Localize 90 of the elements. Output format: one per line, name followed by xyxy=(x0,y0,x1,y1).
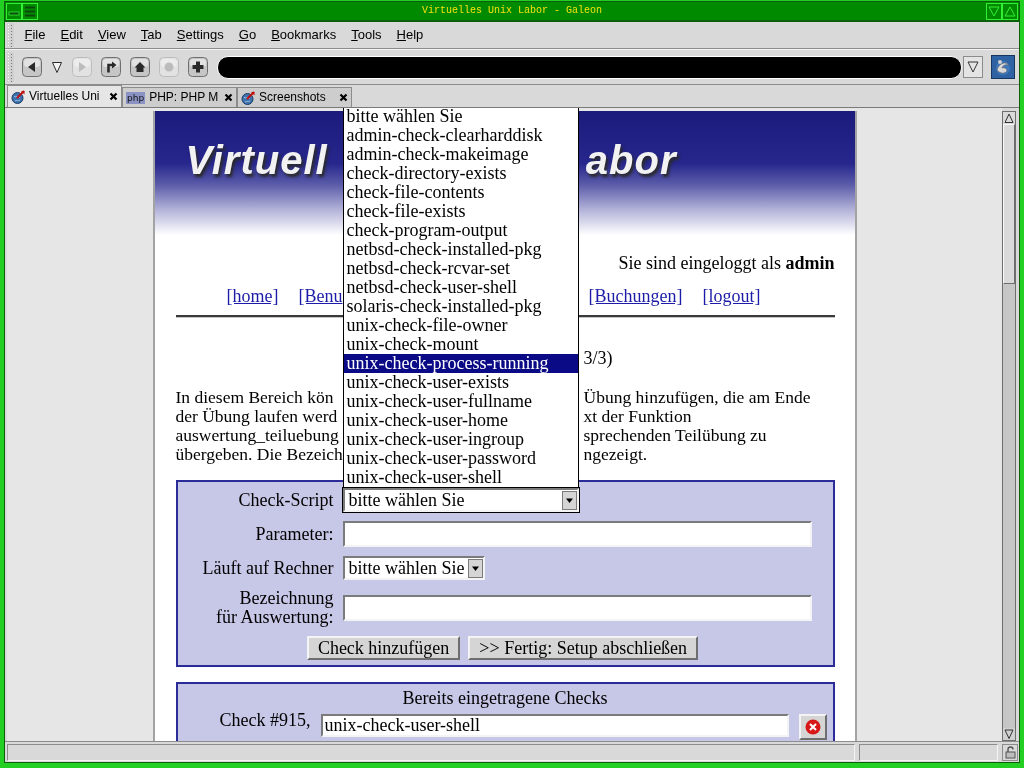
globe-icon xyxy=(241,90,255,105)
menu-item[interactable]: Help xyxy=(389,27,431,43)
text-field[interactable] xyxy=(342,521,812,547)
paragraph-text: auswertung_teiluebung xyxy=(175,426,339,445)
down-arrow-icon[interactable] xyxy=(1003,728,1015,740)
logo-text: Virtuell xyxy=(185,137,328,183)
dropdown-option[interactable]: unix-check-process-running xyxy=(343,354,578,373)
field-label: Bezeichnung für Auswertung: xyxy=(216,589,334,627)
close-icon[interactable] xyxy=(109,92,118,101)
field-label: Läuft auf Rechner xyxy=(202,558,334,578)
menu-icon[interactable] xyxy=(22,2,38,20)
dropdown-option[interactable]: solaris-check-installed-pkg xyxy=(343,297,578,316)
nav-link[interactable]: [Benu xyxy=(298,287,343,306)
grip-icon[interactable] xyxy=(7,23,14,47)
url-field[interactable] xyxy=(217,55,962,79)
dropdown-option[interactable]: unix-check-user-fullname xyxy=(343,392,578,411)
menu-item[interactable]: Bookmarks xyxy=(263,27,344,43)
check-label: Check #915, xyxy=(219,711,311,730)
paragraph-text: Übung hinzufügen, die am Ende xyxy=(583,388,811,407)
dropdown-option[interactable]: netbsd-check-user-shell xyxy=(343,278,578,297)
finish-setup-button[interactable]: >> Fertig: Setup abschließen xyxy=(468,636,699,660)
scrollbar[interactable] xyxy=(1002,111,1016,741)
dropdown-option[interactable]: check-directory-exists xyxy=(343,164,578,183)
menu-item[interactable]: File xyxy=(17,27,53,43)
triangle-down-icon[interactable] xyxy=(986,2,1002,20)
menu-item[interactable]: Tools xyxy=(343,27,390,43)
window-title: Virtuelles Unix Labor - Galeon xyxy=(422,5,602,17)
check-field[interactable]: unix-check-user-shell xyxy=(320,714,789,737)
up-arrow-icon[interactable] xyxy=(1003,112,1015,124)
dropdown-option[interactable]: check-program-output xyxy=(343,221,578,240)
page-heading: 3/3) xyxy=(583,347,613,369)
back-icon[interactable] xyxy=(22,57,42,77)
dropdown-option[interactable]: check-file-contents xyxy=(343,183,578,202)
caret-down-icon xyxy=(561,490,577,510)
close-icon[interactable] xyxy=(224,93,233,102)
scrollbar-thumb[interactable] xyxy=(1003,124,1015,284)
caret-down-icon[interactable] xyxy=(51,60,63,74)
select-field[interactable]: bitte wählen Sie xyxy=(342,556,486,580)
panel-title: Bereits eingetragene Checks xyxy=(402,689,608,708)
dropdown-option[interactable]: unix-check-user-shell xyxy=(343,468,578,487)
select-field[interactable]: bitte wählen Sie xyxy=(342,488,579,512)
dropdown-option[interactable]: unix-check-user-ingroup xyxy=(343,430,578,449)
delete-button[interactable] xyxy=(798,714,827,740)
home-icon[interactable] xyxy=(130,57,150,77)
favicon: php xyxy=(126,91,146,104)
dash-icon[interactable] xyxy=(6,2,22,20)
logo-text: abor xyxy=(585,137,677,183)
browser-tab[interactable]: php PHP: PHP M xyxy=(122,87,237,107)
paragraph-text: übergeben. Die Bezeich xyxy=(175,445,343,464)
caret-down-icon xyxy=(468,558,484,578)
menu-item[interactable]: Settings xyxy=(169,27,232,43)
dropdown-option[interactable]: unix-check-file-owner xyxy=(343,316,578,335)
triangle-up-icon[interactable] xyxy=(1002,2,1018,20)
paragraph-text: ngezeigt. xyxy=(583,445,648,464)
menu-item[interactable]: Go xyxy=(231,27,264,43)
menu-item[interactable]: View xyxy=(90,27,134,43)
dropdown-option[interactable]: admin-check-clearharddisk xyxy=(343,126,578,145)
add-check-button[interactable]: Check hinzufügen xyxy=(306,636,461,660)
nav-link[interactable]: [logout] xyxy=(702,287,761,306)
x-circle-icon xyxy=(804,719,821,735)
login-status: Sie sind eingeloggt als admin xyxy=(618,254,835,273)
dropdown-option[interactable]: netbsd-check-rcvar-set xyxy=(343,259,578,278)
browser-tab[interactable]: Screenshots xyxy=(237,87,352,107)
globe-icon xyxy=(11,89,25,104)
grip-icon[interactable] xyxy=(7,52,14,82)
dropdown-option[interactable]: unix-check-mount xyxy=(343,335,578,354)
paragraph-text: sprechenden Teilübung zu xyxy=(583,426,767,445)
close-icon[interactable] xyxy=(339,93,348,102)
field-label: Parameter: xyxy=(255,524,334,544)
paragraph-text: der Übung laufen werd xyxy=(175,407,338,426)
plus-icon[interactable] xyxy=(188,57,208,77)
menu-item[interactable]: Edit xyxy=(52,27,91,43)
dropdown-option[interactable]: admin-check-makeimage xyxy=(343,145,578,164)
menu-item[interactable]: Tab xyxy=(133,27,170,43)
dropdown-option[interactable]: unix-check-user-home xyxy=(343,411,578,430)
reload-icon[interactable] xyxy=(101,57,121,77)
padlock-icon[interactable] xyxy=(1002,744,1018,761)
field-label: Check-Script xyxy=(238,490,334,510)
text-field[interactable] xyxy=(342,595,812,621)
dropdown-option[interactable]: unix-check-user-password xyxy=(343,449,578,468)
nav-link[interactable]: [home] xyxy=(226,287,279,306)
logo-icon[interactable] xyxy=(991,55,1015,79)
paragraph-text: xt der Funktion xyxy=(583,407,692,426)
dropdown-option[interactable]: check-file-exists xyxy=(343,202,578,221)
paragraph-text: In diesem Bereich kön xyxy=(175,388,334,407)
dropdown-option[interactable]: netbsd-check-installed-pkg xyxy=(343,240,578,259)
dropdown-option[interactable]: unix-check-user-exists xyxy=(343,373,578,392)
dropdown-option[interactable]: bitte wählen Sie xyxy=(343,108,578,126)
nav-link[interactable]: [Buchungen] xyxy=(588,287,683,306)
browser-tab[interactable]: Virtuelles Uni xyxy=(7,85,122,107)
